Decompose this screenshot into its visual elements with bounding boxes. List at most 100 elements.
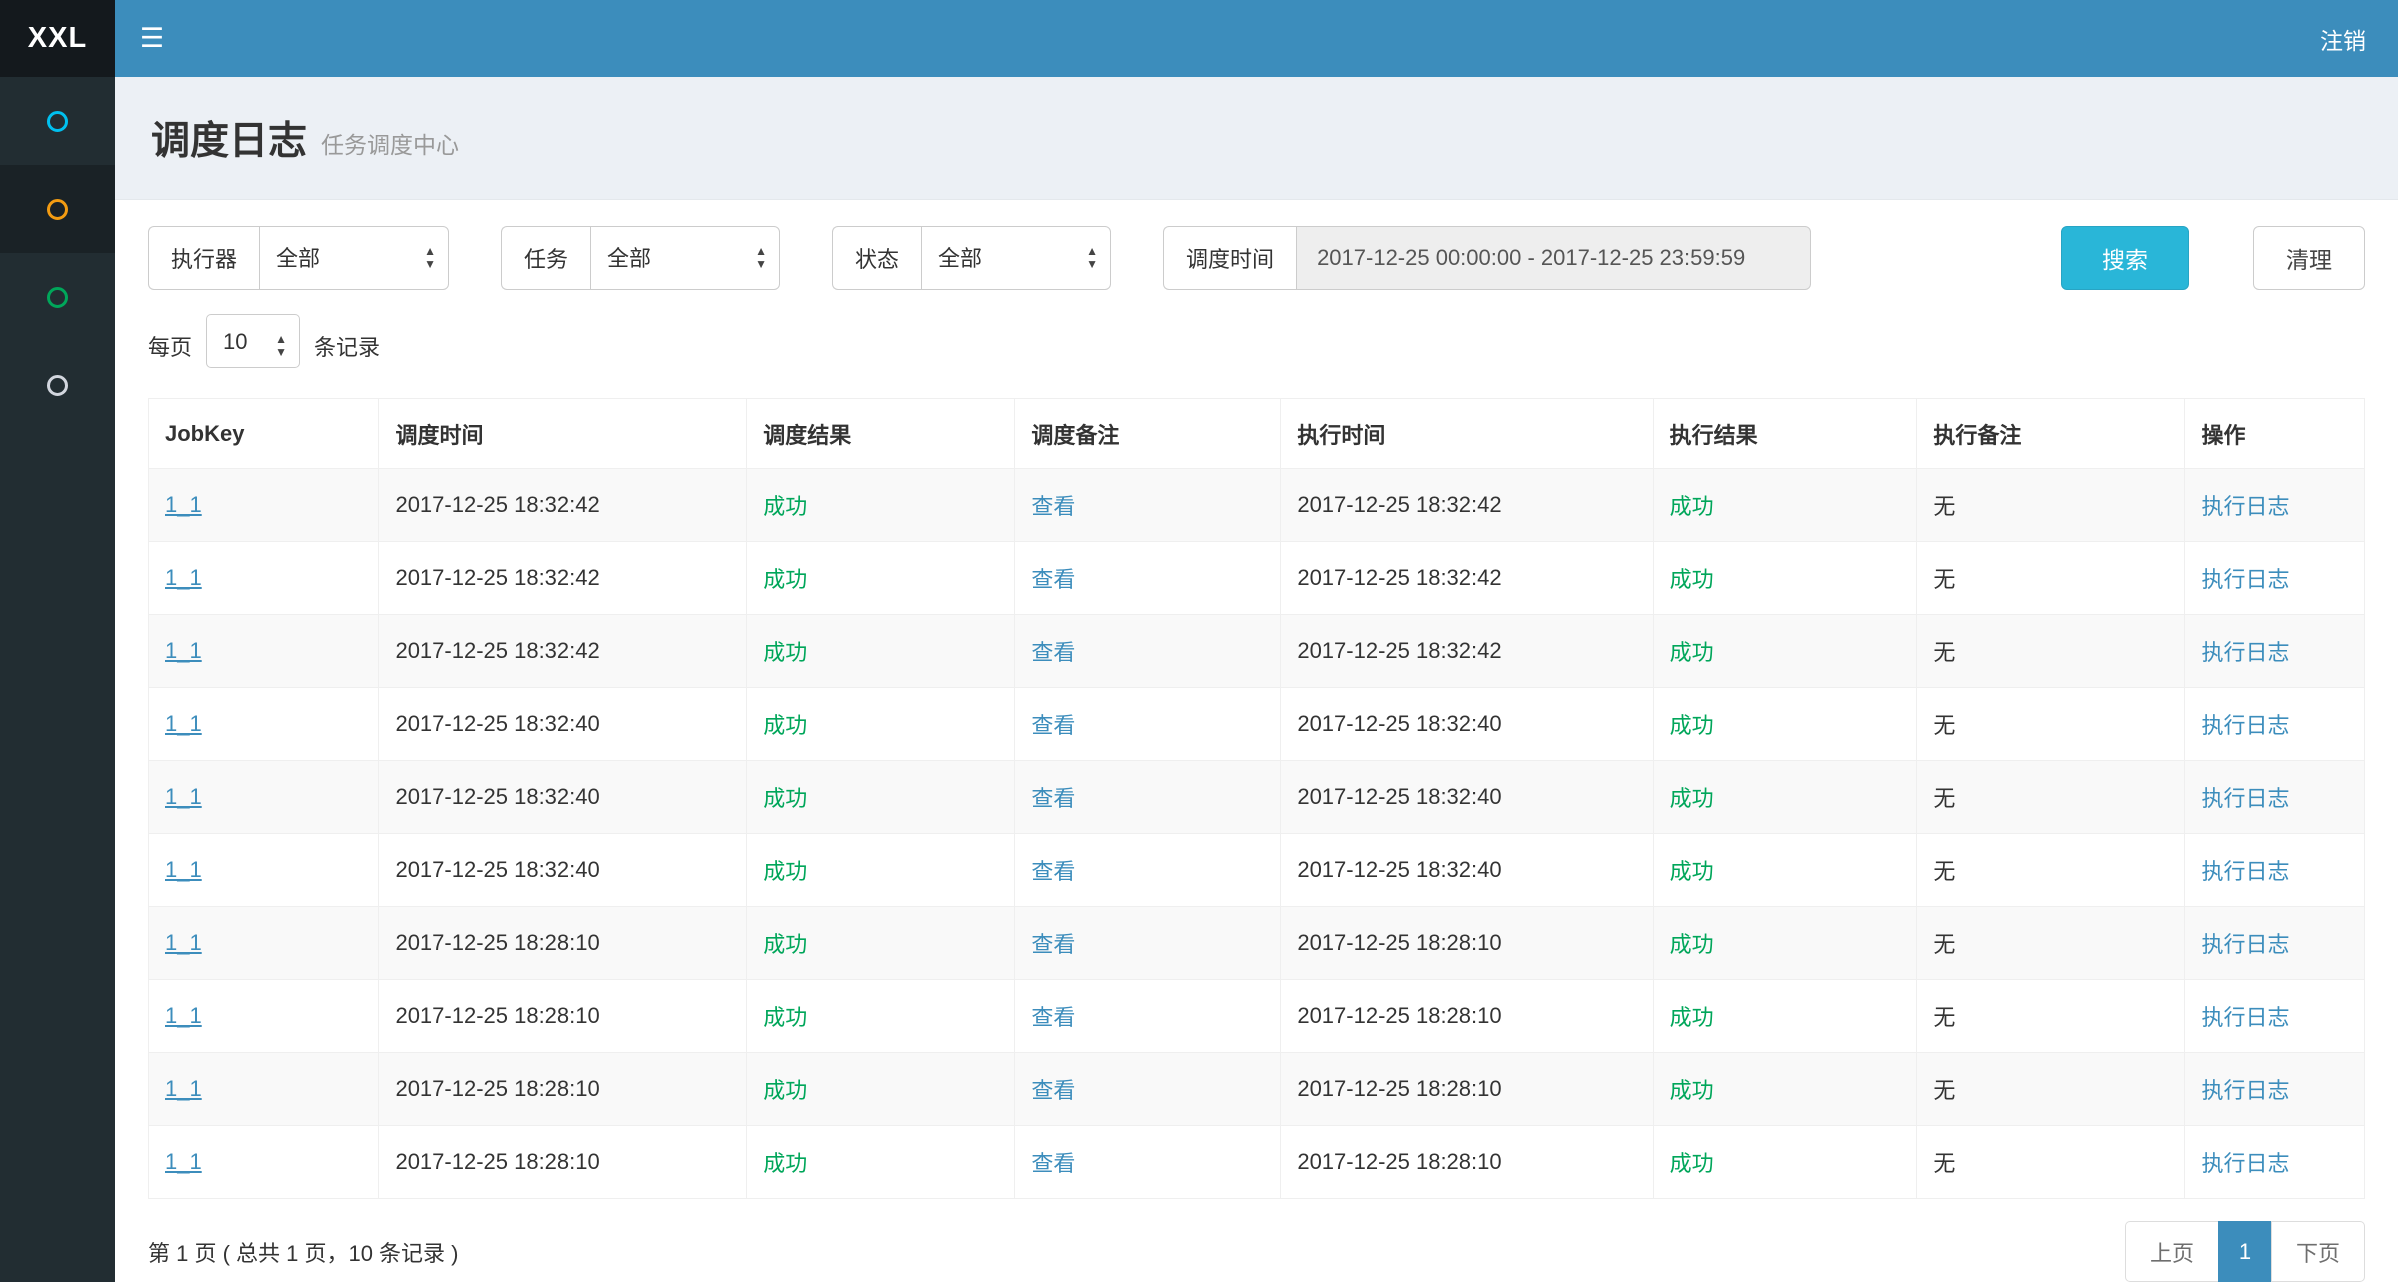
log-table: JobKey调度时间调度结果调度备注执行时间执行结果执行备注操作 1_1 201… xyxy=(148,398,2365,1199)
jobkey-link[interactable]: 1_1 xyxy=(165,1003,202,1028)
trigger-time-range-input[interactable] xyxy=(1296,226,1811,290)
next-page-button[interactable]: 下页 xyxy=(2271,1221,2365,1282)
trigger-msg-cell: 查看 xyxy=(1015,761,1281,834)
table-footer: 第 1 页 ( 总共 1 页，10 条记录 ) 上页 1 下页 xyxy=(148,1221,2365,1282)
prev-page-button[interactable]: 上页 xyxy=(2125,1221,2219,1282)
exec-log-link[interactable]: 执行日志 xyxy=(2201,713,2289,738)
handle-result-cell: 成功 xyxy=(1653,907,1917,980)
clear-button[interactable]: 清理 xyxy=(2253,226,2365,290)
jobkey-cell: 1_1 xyxy=(149,615,379,688)
column-header: 执行结果 xyxy=(1653,399,1917,469)
sidebar-item-1[interactable] xyxy=(0,77,115,165)
pagination: 上页 1 下页 xyxy=(2125,1221,2365,1282)
handle-msg-cell: 无 xyxy=(1917,688,2185,761)
header-row: JobKey调度时间调度结果调度备注执行时间执行结果执行备注操作 xyxy=(149,399,2365,469)
jobkey-link[interactable]: 1_1 xyxy=(165,492,202,517)
trigger-time-cell: 2017-12-25 18:32:42 xyxy=(379,469,747,542)
job-filter-group: 任务 全部 ▲▼ xyxy=(501,226,780,290)
jobkey-link[interactable]: 1_1 xyxy=(165,1149,202,1174)
table-row: 1_1 2017-12-25 18:32:42 成功 查看 2017-12-25… xyxy=(149,469,2365,542)
handle-msg-cell: 无 xyxy=(1917,980,2185,1053)
trigger-time-cell: 2017-12-25 18:32:40 xyxy=(379,761,747,834)
sidebar-menu xyxy=(0,77,115,1282)
jobkey-link[interactable]: 1_1 xyxy=(165,1076,202,1101)
jobkey-cell: 1_1 xyxy=(149,688,379,761)
view-trigger-msg-link[interactable]: 查看 xyxy=(1031,1005,1075,1030)
jobkey-link[interactable]: 1_1 xyxy=(165,784,202,809)
action-cell: 执行日志 xyxy=(2185,1053,2365,1126)
trigger-time-filter-group: 调度时间 xyxy=(1163,226,1811,290)
handle-time-cell: 2017-12-25 18:32:40 xyxy=(1281,688,1653,761)
table-row: 1_1 2017-12-25 18:32:42 成功 查看 2017-12-25… xyxy=(149,542,2365,615)
page-size-select[interactable]: 10 xyxy=(206,314,300,368)
app-logo: XXL xyxy=(0,0,115,77)
trigger-result-cell: 成功 xyxy=(747,1053,1015,1126)
exec-log-link[interactable]: 执行日志 xyxy=(2201,786,2289,811)
handle-result-cell: 成功 xyxy=(1653,469,1917,542)
sidebar-item-4[interactable] xyxy=(0,341,115,429)
executor-filter-label: 执行器 xyxy=(148,226,259,290)
action-cell: 执行日志 xyxy=(2185,980,2365,1053)
handle-msg-cell: 无 xyxy=(1917,615,2185,688)
sidebar-toggle-button[interactable]: ☰ xyxy=(115,0,189,77)
exec-log-link[interactable]: 执行日志 xyxy=(2201,1078,2289,1103)
exec-log-link[interactable]: 执行日志 xyxy=(2201,932,2289,957)
page-subtitle: 任务调度中心 xyxy=(321,116,459,160)
executor-select[interactable]: 全部 xyxy=(259,226,449,290)
handle-time-cell: 2017-12-25 18:32:40 xyxy=(1281,834,1653,907)
trigger-time-cell: 2017-12-25 18:28:10 xyxy=(379,980,747,1053)
current-page-button[interactable]: 1 xyxy=(2218,1221,2272,1282)
exec-log-link[interactable]: 执行日志 xyxy=(2201,859,2289,884)
handle-result-cell: 成功 xyxy=(1653,834,1917,907)
trigger-time-cell: 2017-12-25 18:32:40 xyxy=(379,688,747,761)
view-trigger-msg-link[interactable]: 查看 xyxy=(1031,932,1075,957)
sidebar-item-2[interactable] xyxy=(0,165,115,253)
view-trigger-msg-link[interactable]: 查看 xyxy=(1031,567,1075,592)
jobkey-cell: 1_1 xyxy=(149,834,379,907)
job-filter-label: 任务 xyxy=(501,226,590,290)
exec-log-link[interactable]: 执行日志 xyxy=(2201,494,2289,519)
trigger-msg-cell: 查看 xyxy=(1015,469,1281,542)
jobkey-link[interactable]: 1_1 xyxy=(165,711,202,736)
sidebar-item-3[interactable] xyxy=(0,253,115,341)
search-button[interactable]: 搜索 xyxy=(2061,226,2189,290)
table-row: 1_1 2017-12-25 18:28:10 成功 查看 2017-12-25… xyxy=(149,907,2365,980)
jobkey-link[interactable]: 1_1 xyxy=(165,930,202,955)
exec-log-link[interactable]: 执行日志 xyxy=(2201,1151,2289,1176)
handle-msg-cell: 无 xyxy=(1917,1053,2185,1126)
column-header: 调度结果 xyxy=(747,399,1015,469)
view-trigger-msg-link[interactable]: 查看 xyxy=(1031,1078,1075,1103)
handle-time-cell: 2017-12-25 18:32:42 xyxy=(1281,615,1653,688)
jobkey-link[interactable]: 1_1 xyxy=(165,638,202,663)
status-filter-label: 状态 xyxy=(832,226,921,290)
exec-log-link[interactable]: 执行日志 xyxy=(2201,567,2289,592)
page-size-prefix: 每页 xyxy=(148,330,192,362)
exec-log-link[interactable]: 执行日志 xyxy=(2201,640,2289,665)
view-trigger-msg-link[interactable]: 查看 xyxy=(1031,859,1075,884)
job-select[interactable]: 全部 xyxy=(590,226,780,290)
view-trigger-msg-link[interactable]: 查看 xyxy=(1031,786,1075,811)
view-trigger-msg-link[interactable]: 查看 xyxy=(1031,713,1075,738)
column-header: 调度时间 xyxy=(379,399,747,469)
action-cell: 执行日志 xyxy=(2185,469,2365,542)
jobkey-link[interactable]: 1_1 xyxy=(165,565,202,590)
job-select-wrap: 全部 ▲▼ xyxy=(590,226,780,290)
trigger-msg-cell: 查看 xyxy=(1015,615,1281,688)
circle-icon xyxy=(47,199,68,220)
handle-time-cell: 2017-12-25 18:28:10 xyxy=(1281,1126,1653,1199)
filter-bar: 执行器 全部 ▲▼ 任务 全部 ▲▼ 状态 xyxy=(148,226,2365,290)
view-trigger-msg-link[interactable]: 查看 xyxy=(1031,640,1075,665)
logout-link[interactable]: 注销 xyxy=(2288,0,2398,77)
status-select[interactable]: 全部 xyxy=(921,226,1111,290)
view-trigger-msg-link[interactable]: 查看 xyxy=(1031,1151,1075,1176)
jobkey-link[interactable]: 1_1 xyxy=(165,857,202,882)
trigger-time-cell: 2017-12-25 18:28:10 xyxy=(379,907,747,980)
page-title: 调度日志 xyxy=(151,110,307,166)
jobkey-cell: 1_1 xyxy=(149,469,379,542)
handle-result-cell: 成功 xyxy=(1653,980,1917,1053)
view-trigger-msg-link[interactable]: 查看 xyxy=(1031,494,1075,519)
table-row: 1_1 2017-12-25 18:28:10 成功 查看 2017-12-25… xyxy=(149,980,2365,1053)
exec-log-link[interactable]: 执行日志 xyxy=(2201,1005,2289,1030)
action-cell: 执行日志 xyxy=(2185,615,2365,688)
trigger-result-cell: 成功 xyxy=(747,1126,1015,1199)
